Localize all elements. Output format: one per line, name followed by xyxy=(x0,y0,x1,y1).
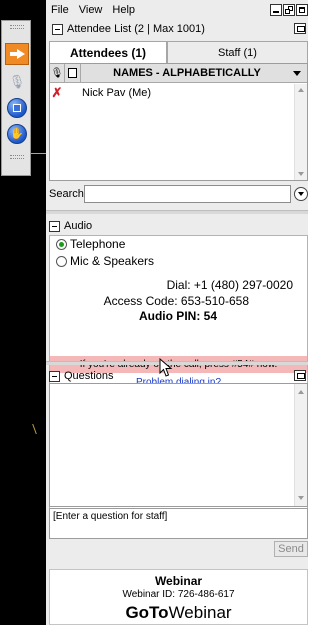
window-controls xyxy=(270,4,308,16)
control-panel: File View Help Attendee List (2 | Max 10… xyxy=(46,0,308,625)
menu-view[interactable]: View xyxy=(74,4,108,16)
list-item[interactable]: ✗ Nick Pav (Me) xyxy=(50,84,294,101)
access-code: Access Code: 653-510-658 xyxy=(103,294,249,308)
gotowebinar-window: 🎙 ✋ File View Help Attendee List (2 | Ma… xyxy=(0,0,308,625)
menu-bar: File View Help xyxy=(46,0,308,20)
sort-names-dropdown[interactable]: NAMES - ALPHABETICALLY xyxy=(81,67,293,79)
webinar-footer: Webinar Webinar ID: 726-486-617 GoToWebi… xyxy=(49,569,308,625)
hand-icon: ✋ xyxy=(7,124,27,144)
webinar-id: Webinar ID: 726-486-617 xyxy=(122,589,235,600)
radio-selected-icon[interactable] xyxy=(56,238,67,250)
list-scrollbar[interactable] xyxy=(294,84,307,180)
attendee-list-title: Attendee List xyxy=(67,23,132,35)
attendee-tabs: Attendees (1) Staff (1) xyxy=(46,41,308,64)
microphone-icon: 🎙 xyxy=(8,74,26,89)
menu-file[interactable]: File xyxy=(46,4,74,16)
mic-column-header[interactable]: 🎙 xyxy=(50,63,65,83)
attendee-name: Nick Pav (Me) xyxy=(82,86,152,99)
webinar-title: Webinar xyxy=(154,574,203,588)
arrow-right-icon xyxy=(16,49,25,59)
arrow-shaft-icon xyxy=(9,52,17,56)
scroll-up-icon[interactable] xyxy=(298,88,304,92)
questions-header[interactable]: Questions xyxy=(46,368,308,384)
section-divider[interactable] xyxy=(46,361,308,365)
grip-handle[interactable] xyxy=(10,25,24,29)
popout-icon[interactable] xyxy=(294,23,306,34)
dial-number: Dial: +1 (480) 297-0020 xyxy=(166,278,293,292)
attendee-list-header[interactable]: Attendee List (2 | Max 1001) xyxy=(46,21,308,37)
chevron-down-icon xyxy=(298,192,304,196)
question-input[interactable]: [Enter a question for staff] xyxy=(49,508,308,539)
radio-label: Telephone xyxy=(70,237,126,251)
audio-header[interactable]: Audio xyxy=(46,218,308,234)
collapse-icon[interactable] xyxy=(49,220,60,232)
popout-icon[interactable] xyxy=(294,370,306,381)
sort-label: NAMES - ALPHABETICALLY xyxy=(113,67,261,79)
menu-help[interactable]: Help xyxy=(107,4,140,16)
collapse-icon[interactable] xyxy=(52,23,63,35)
questions-log xyxy=(49,383,308,507)
questions-title: Questions xyxy=(64,370,114,382)
mouse-pointer-icon xyxy=(159,358,173,377)
callout-line xyxy=(32,424,42,434)
muted-mic-icon[interactable]: ✗ xyxy=(50,85,64,101)
radio-telephone[interactable]: Telephone xyxy=(56,237,125,251)
questions-scrollbar[interactable] xyxy=(294,384,307,506)
maximize-icon[interactable] xyxy=(296,4,308,16)
search-row: Search xyxy=(46,183,308,205)
grip-handle-bottom[interactable] xyxy=(10,155,24,159)
attendee-count: (2 | Max 1001) xyxy=(134,23,205,35)
gotowebinar-logo: GoToWebinar xyxy=(50,603,307,623)
scroll-up-icon[interactable] xyxy=(298,390,304,394)
radio-label: Mic & Speakers xyxy=(70,254,155,268)
search-dropdown-button[interactable] xyxy=(294,187,308,201)
radio-unselected-icon[interactable] xyxy=(56,255,67,267)
attendee-list: 🎙 NAMES - ALPHABETICALLY ✗ Nick Pav (Me) xyxy=(49,63,308,181)
tab-attendees[interactable]: Attendees (1) xyxy=(49,41,167,64)
tab-staff[interactable]: Staff (1) xyxy=(167,41,308,63)
raise-hand-button[interactable]: ✋ xyxy=(5,123,29,145)
control-panel-toolstrip: 🎙 ✋ xyxy=(1,20,31,176)
list-header: 🎙 NAMES - ALPHABETICALLY xyxy=(50,63,307,83)
microphone-button[interactable]: 🎙 xyxy=(5,71,29,93)
scroll-down-icon[interactable] xyxy=(298,172,304,176)
search-label: Search xyxy=(49,188,84,200)
toggle-panel-button[interactable] xyxy=(5,43,29,65)
brand-regular: Webinar xyxy=(168,603,232,622)
screen-icon xyxy=(7,98,27,118)
radio-mic-speakers[interactable]: Mic & Speakers xyxy=(56,254,154,268)
search-input[interactable] xyxy=(84,185,291,203)
audio-title: Audio xyxy=(64,220,93,232)
minimize-icon[interactable] xyxy=(270,4,282,16)
collapse-icon[interactable] xyxy=(49,370,60,382)
callout-line xyxy=(31,153,46,154)
restore-icon[interactable] xyxy=(283,4,295,16)
audio-pin: Audio PIN: 54 xyxy=(138,309,217,323)
chevron-down-icon[interactable] xyxy=(293,70,301,76)
microphone-icon: 🎙 xyxy=(50,67,64,79)
brand-bold: GoTo xyxy=(125,603,169,622)
left-frame: 🎙 ✋ xyxy=(0,0,46,625)
section-divider[interactable] xyxy=(46,210,308,214)
screen-share-button[interactable] xyxy=(5,97,29,119)
screen-icon xyxy=(68,68,77,78)
scroll-down-icon[interactable] xyxy=(298,496,304,500)
send-button[interactable]: Send xyxy=(274,541,308,557)
view-column-header[interactable] xyxy=(65,63,81,83)
